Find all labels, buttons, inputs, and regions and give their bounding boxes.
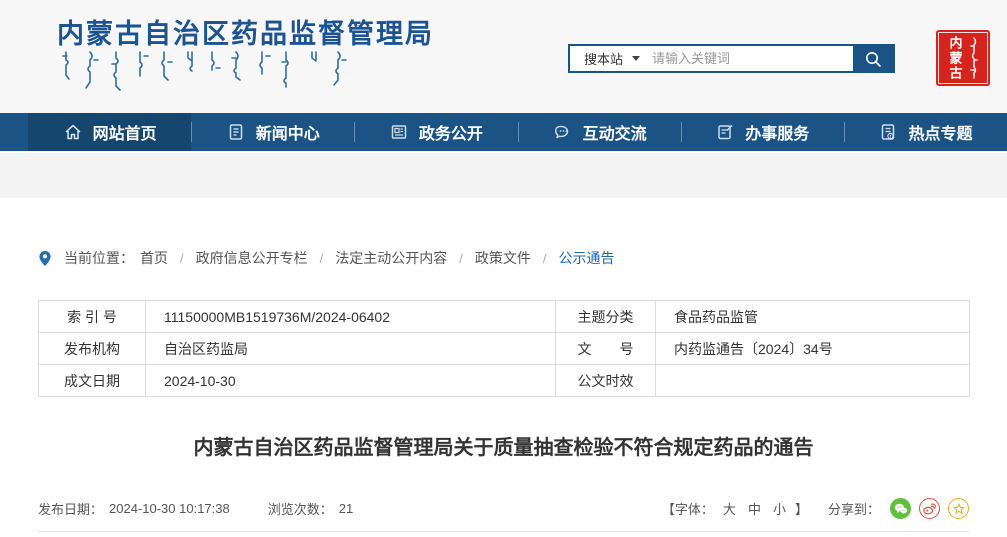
service-doc-pen-icon	[715, 122, 735, 142]
main-navbar: 网站首页 新闻中心 政务公开 互动交流 办事服务	[0, 113, 1007, 151]
nav-item-news[interactable]: 新闻中心	[191, 113, 354, 151]
search-scope-label: 搜本站	[584, 49, 623, 68]
meta-label-index-no: 索 引 号	[39, 301, 146, 333]
meta-label-doc-number: 文 号	[556, 333, 656, 365]
breadcrumb-separator: /	[459, 251, 463, 266]
publish-date-label: 发布日期：	[38, 499, 103, 518]
mongolian-script	[60, 50, 352, 92]
nav-item-label: 互动交流	[583, 120, 647, 144]
search-input[interactable]	[652, 46, 853, 71]
meta-value-validity	[656, 365, 970, 397]
caret-down-icon	[632, 56, 640, 61]
font-widget-prefix: 【字体：	[662, 499, 714, 518]
search-button[interactable]	[853, 46, 893, 71]
article-meta-row: 发布日期： 2024-10-30 10:17:38 浏览次数： 21 【字体： …	[38, 498, 969, 519]
bottom-divider	[38, 531, 969, 537]
font-size-small-button[interactable]: 小	[770, 499, 789, 518]
document-meta-table: 索 引 号 11150000MB1519736M/2024-06402 主题分类…	[38, 300, 970, 397]
nav-item-label: 办事服务	[745, 120, 809, 144]
breadcrumb-separator: /	[320, 251, 324, 266]
font-size-large-button[interactable]: 大	[720, 499, 739, 518]
site-search-box: 搜本站	[568, 44, 895, 73]
search-icon	[864, 50, 882, 68]
nav-item-home[interactable]: 网站首页	[28, 113, 191, 151]
share-icons	[890, 498, 969, 519]
breadcrumb-item-gov-info[interactable]: 政府信息公开专栏	[196, 248, 308, 268]
nav-item-label: 网站首页	[93, 120, 157, 144]
breadcrumb-item-notices[interactable]: 公示通告	[559, 248, 615, 268]
share-label: 分享到：	[828, 499, 880, 518]
breadcrumb-separator: /	[180, 251, 184, 266]
nav-item-label: 新闻中心	[256, 120, 320, 144]
meta-label-validity: 公文时效	[556, 365, 656, 397]
seal-text: 内蒙古	[946, 36, 965, 81]
publish-date-value: 2024-10-30 10:17:38	[109, 501, 230, 516]
main-content: 当前位置： 首页 / 政府信息公开专栏 / 法定主动公开内容 / 政策文件 / …	[0, 248, 1007, 537]
meta-label-issuing-agency: 发布机构	[39, 333, 146, 365]
site-header: 内蒙古自治区药品监督管理局 搜本站	[0, 0, 1007, 113]
search-scope-dropdown[interactable]: 搜本站	[570, 46, 652, 71]
meta-value-date-written: 2024-10-30	[146, 365, 556, 397]
meta-value-index-no: 11150000MB1519736M/2024-06402	[146, 301, 556, 333]
table-row: 成文日期 2024-10-30 公文时效	[39, 365, 970, 397]
seal-stamp: 内蒙古	[936, 30, 990, 86]
nav-item-hot-topics[interactable]: 热点专题	[844, 113, 1007, 151]
site-logo-title[interactable]: 内蒙古自治区药品监督管理局	[57, 12, 434, 51]
wechat-share-icon[interactable]	[890, 498, 911, 519]
breadcrumb-item-statutory[interactable]: 法定主动公开内容	[335, 248, 447, 268]
views-value: 21	[339, 501, 353, 516]
chat-bubble-icon	[552, 122, 573, 142]
breadcrumb-item-home[interactable]: 首页	[140, 248, 168, 268]
meta-value-topic-category: 食品药品监管	[656, 301, 970, 333]
weibo-share-icon[interactable]	[919, 498, 940, 519]
seal-mongolian-script	[967, 36, 981, 80]
breadcrumb-label: 当前位置：	[64, 248, 134, 268]
news-doc-icon	[226, 122, 246, 142]
views-label: 浏览次数：	[268, 499, 333, 518]
nav-item-interaction[interactable]: 互动交流	[518, 113, 681, 151]
publish-info: 发布日期： 2024-10-30 10:17:38 浏览次数： 21	[38, 499, 353, 518]
article-title: 内蒙古自治区药品监督管理局关于质量抽查检验不符合规定药品的通告	[38, 431, 969, 460]
font-widget-suffix: 】	[795, 499, 808, 518]
sub-banner-strip	[0, 151, 1007, 198]
favorite-star-share-icon[interactable]	[948, 498, 969, 519]
hot-topic-doc-icon	[878, 122, 898, 142]
font-size-medium-button[interactable]: 中	[745, 499, 764, 518]
meta-value-issuing-agency: 自治区药监局	[146, 333, 556, 365]
meta-label-topic-category: 主题分类	[556, 301, 656, 333]
font-share-tools: 【字体： 大 中 小 】 分享到：	[662, 498, 969, 519]
breadcrumb: 当前位置： 首页 / 政府信息公开专栏 / 法定主动公开内容 / 政策文件 / …	[38, 248, 969, 268]
page: 内蒙古自治区药品监督管理局 搜本站	[0, 0, 1007, 530]
table-row: 索 引 号 11150000MB1519736M/2024-06402 主题分类…	[39, 301, 970, 333]
table-row: 发布机构 自治区药监局 文 号 内药监通告〔2024〕34号	[39, 333, 970, 365]
newspaper-icon	[389, 122, 409, 142]
location-pin-icon	[38, 250, 52, 267]
nav-item-gov-info[interactable]: 政务公开	[354, 113, 517, 151]
nav-item-services[interactable]: 办事服务	[681, 113, 844, 151]
breadcrumb-separator: /	[543, 251, 547, 266]
nav-item-label: 政务公开	[419, 120, 483, 144]
meta-label-date-written: 成文日期	[39, 365, 146, 397]
home-icon	[63, 122, 83, 142]
meta-value-doc-number: 内药监通告〔2024〕34号	[656, 333, 970, 365]
nav-item-label: 热点专题	[908, 120, 972, 144]
breadcrumb-item-policy-files[interactable]: 政策文件	[475, 248, 531, 268]
